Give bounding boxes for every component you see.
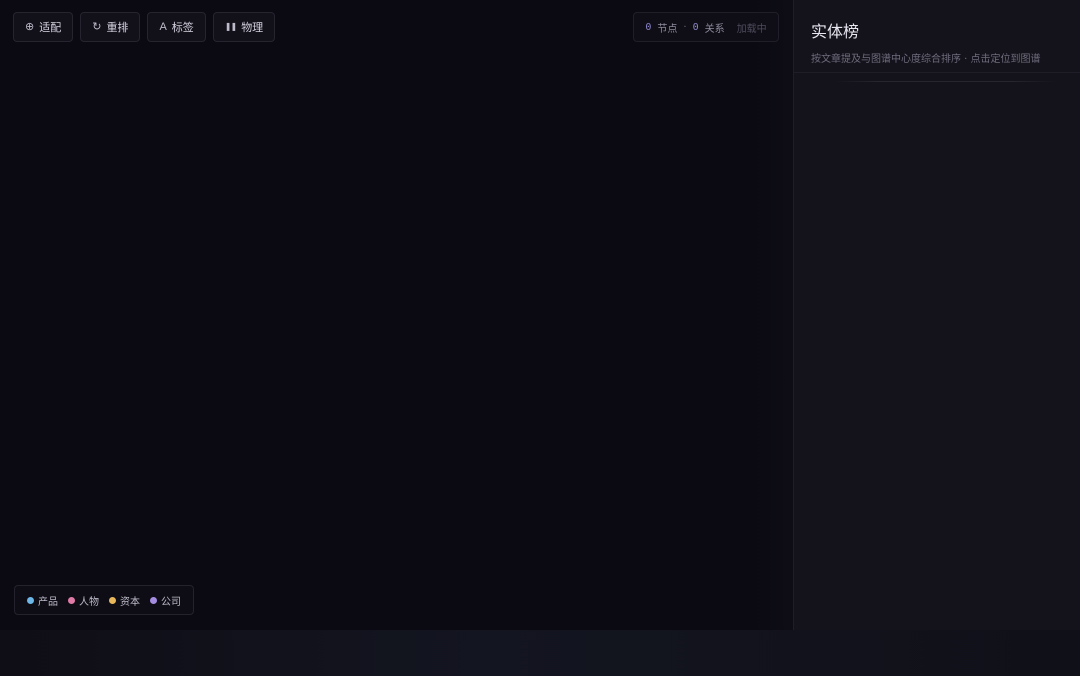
footer-bar	[0, 630, 1080, 676]
panel-header: 实体榜 按文章提及与图谱中心度综合排序 · 点击定位到图谱	[794, 0, 1080, 73]
legend-label: 人物	[79, 596, 99, 608]
loading-divider	[834, 81, 1056, 82]
legend-label: 资本	[120, 596, 140, 608]
legend-label: 公司	[161, 596, 181, 608]
label-icon: A	[159, 20, 167, 33]
relayout-button[interactable]: ↻ 重排	[80, 12, 141, 42]
stats-separator: ·	[683, 21, 687, 33]
legend-item-capital: 资本	[109, 593, 140, 608]
legend-item-person: 人物	[68, 593, 99, 608]
refresh-icon: ↻	[92, 20, 102, 33]
panel-subtitle: 按文章提及与图谱中心度综合排序 · 点击定位到图谱	[811, 54, 1041, 65]
relayout-button-label: 重排	[106, 22, 129, 34]
fit-button-label: 适配	[39, 22, 62, 34]
panel-title: 实体榜	[811, 22, 860, 41]
graph-stats: 0 节点 · 0 关系 加载中	[633, 12, 779, 42]
edge-count-label: 关系	[704, 23, 725, 35]
pause-icon: ❚❚	[224, 22, 237, 31]
edge-count: 0	[692, 21, 699, 33]
legend-item-company: 公司	[150, 593, 181, 608]
node-count: 0	[645, 21, 652, 33]
legend-dot-icon	[109, 596, 116, 604]
entity-ranking-panel: 实体榜 按文章提及与图谱中心度综合排序 · 点击定位到图谱	[793, 0, 1080, 630]
labels-button[interactable]: A 标签	[147, 12, 206, 42]
legend-dot-icon	[68, 596, 75, 604]
graph-toolbar: ⊕ 适配 ↻ 重排 A 标签 ❚❚ 物理	[13, 12, 276, 42]
physics-button-label: 物理	[241, 22, 264, 34]
loading-status: 加载中	[736, 23, 767, 35]
physics-button[interactable]: ❚❚ 物理	[212, 12, 276, 42]
labels-button-label: 标签	[171, 22, 194, 34]
legend-dot-icon	[150, 596, 157, 604]
graph-canvas[interactable]: ⊕ 适配 ↻ 重排 A 标签 ❚❚ 物理 0 节点 · 0 关系 加载中 产品 …	[0, 0, 793, 630]
node-count-label: 节点	[657, 23, 678, 35]
entity-list[interactable]	[794, 73, 1080, 630]
legend-item-product: 产品	[27, 593, 58, 608]
fit-button[interactable]: ⊕ 适配	[13, 12, 74, 42]
legend: 产品 人物 资本 公司	[14, 585, 194, 615]
legend-dot-icon	[27, 596, 34, 604]
crosshair-icon: ⊕	[25, 20, 35, 33]
app: ⊕ 适配 ↻ 重排 A 标签 ❚❚ 物理 0 节点 · 0 关系 加载中 产品 …	[0, 0, 1080, 676]
legend-label: 产品	[38, 596, 58, 608]
